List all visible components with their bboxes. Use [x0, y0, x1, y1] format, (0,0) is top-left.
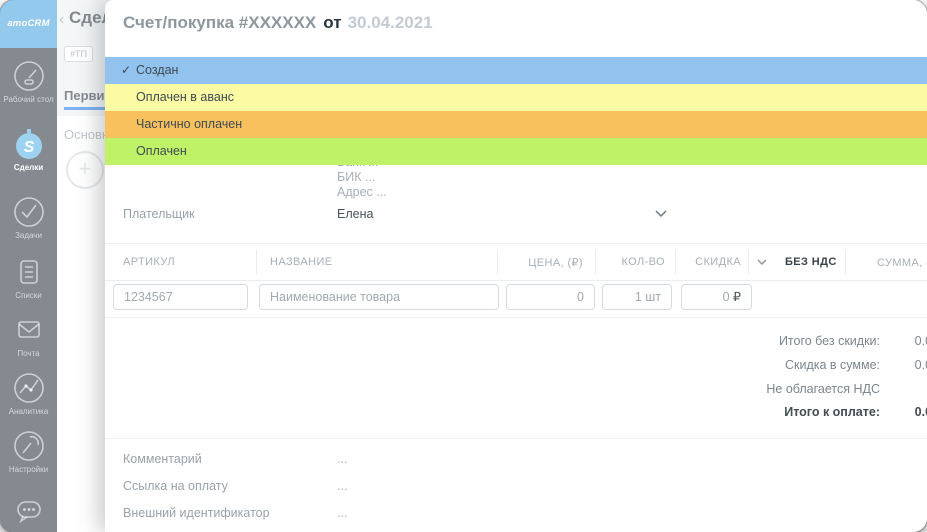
- invoice-number: Счет/покупка #XXXXXX: [123, 13, 316, 32]
- app-window: amoCRM Рабочий стол S Сделки: [0, 0, 927, 532]
- comment-value[interactable]: ...: [337, 452, 347, 466]
- invoice-modal: Счет/покупка #XXXXXX от 30.04.2021 ✓ Созда…: [105, 0, 927, 532]
- sidebar-item-label: Сделки: [0, 163, 57, 172]
- sidebar-item-tasks[interactable]: Задачи: [0, 194, 57, 240]
- price-input[interactable]: 0: [506, 284, 595, 310]
- status-option-partially-paid[interactable]: Частично оплачен: [105, 111, 927, 138]
- sidebar: amoCRM Рабочий стол S Сделки: [0, 0, 57, 532]
- column-separator: [845, 250, 846, 274]
- vat-chevron-down-icon[interactable]: [757, 259, 767, 266]
- svg-text:S: S: [23, 139, 34, 156]
- invoice-title-preposition: от: [323, 13, 341, 32]
- sidebar-item-label: Списки: [0, 291, 57, 300]
- column-name: НАЗВАНИЕ: [270, 256, 333, 268]
- total-due-value: 0.00: [915, 405, 927, 419]
- sidebar-item-label: Почта: [0, 349, 57, 358]
- column-sum: СУММА, (₽): [877, 256, 927, 269]
- sku-input[interactable]: 1234567: [113, 284, 248, 310]
- status-label: Частично оплачен: [136, 111, 242, 138]
- sidebar-item-label: Задачи: [0, 231, 57, 240]
- items-table-header: АРТИКУЛ НАЗВАНИЕ ЦЕНА, (₽) КОЛ-ВО СКИДКА…: [105, 243, 927, 281]
- sidebar-item-analytics[interactable]: Аналитика: [0, 370, 57, 416]
- status-option-paid[interactable]: Оплачен: [105, 138, 927, 165]
- external-id-label: Внешний идентификатор: [123, 506, 270, 520]
- chat-icon: [11, 492, 47, 528]
- status-label: Оплачен в аванс: [136, 84, 234, 111]
- lists-icon: [11, 254, 47, 290]
- settings-icon: [11, 428, 47, 464]
- items-section-divider: [105, 317, 927, 318]
- requisite-bik: БИК ...: [337, 170, 387, 185]
- sidebar-item-support-chat[interactable]: [0, 492, 57, 528]
- status-label: Оплачен: [136, 138, 187, 165]
- column-sku: АРТИКУЛ: [123, 256, 175, 268]
- status-label: Создан: [136, 57, 178, 84]
- sidebar-item-mail[interactable]: Почта: [0, 312, 57, 358]
- external-id-value[interactable]: ...: [337, 506, 347, 520]
- tasks-icon: [11, 194, 47, 230]
- ruble-sign: ₽: [733, 290, 741, 304]
- sidebar-item-deals[interactable]: S Сделки: [0, 126, 57, 172]
- total-due-label: Итого к оплате:: [784, 405, 880, 419]
- status-option-advance-paid[interactable]: Оплачен в аванс: [105, 84, 927, 111]
- status-option-created[interactable]: ✓ Создан: [105, 57, 927, 84]
- payment-link-label: Ссылка на оплату: [123, 479, 228, 493]
- discount-sum-label: Скидка в сумме:: [785, 358, 880, 372]
- invoice-title: Счет/покупка #XXXXXX от 30.04.2021: [123, 13, 433, 33]
- requisite-address: Адрес ...: [337, 185, 387, 200]
- qty-input[interactable]: 1 шт: [602, 284, 672, 310]
- discount-sum-value: 0.00: [915, 358, 927, 372]
- comment-label: Комментарий: [123, 452, 202, 466]
- column-price: ЦЕНА, (₽): [497, 256, 583, 269]
- sidebar-item-label: Аналитика: [0, 407, 57, 416]
- chevron-down-icon[interactable]: [655, 210, 667, 218]
- discount-amount: 0: [723, 290, 730, 304]
- mail-icon: [11, 312, 47, 348]
- sidebar-item-settings[interactable]: Настройки: [0, 428, 57, 474]
- check-icon: ✓: [121, 57, 131, 84]
- column-qty: КОЛ-ВО: [595, 256, 665, 268]
- footer-divider: [105, 438, 927, 439]
- sidebar-item-label: Настройки: [0, 465, 57, 474]
- invoice-date[interactable]: 30.04.2021: [348, 13, 433, 32]
- deals-icon: S: [11, 126, 47, 162]
- sidebar-item-lists[interactable]: Списки: [0, 254, 57, 300]
- column-discount: СКИДКА: [675, 256, 741, 268]
- column-separator: [748, 250, 749, 274]
- column-separator: [256, 250, 257, 274]
- vat-mode-label[interactable]: Не облагается НДС: [766, 382, 880, 396]
- add-button[interactable]: +: [66, 151, 104, 189]
- discount-input[interactable]: 0 ₽: [681, 284, 752, 310]
- column-vat-selected[interactable]: БЕЗ НДС: [785, 256, 837, 268]
- payer-label: Плательщик: [123, 207, 195, 221]
- payer-select[interactable]: Елена: [337, 207, 373, 221]
- payment-link-value[interactable]: ...: [337, 479, 347, 493]
- deal-tag-badge[interactable]: #ТП: [64, 46, 93, 62]
- sidebar-item-label: Рабочий стол: [0, 95, 57, 104]
- total-without-discount-label: Итого без скидки:: [779, 334, 880, 348]
- dashboard-icon: [11, 58, 47, 94]
- analytics-icon: [11, 370, 47, 406]
- back-chevron-icon[interactable]: ‹: [59, 11, 64, 29]
- item-name-input[interactable]: Наименование товара: [259, 284, 499, 310]
- sidebar-item-dashboard[interactable]: Рабочий стол: [0, 58, 57, 104]
- total-without-discount-value: 0.00: [915, 334, 927, 348]
- amocrm-logo: amoCRM: [0, 0, 57, 48]
